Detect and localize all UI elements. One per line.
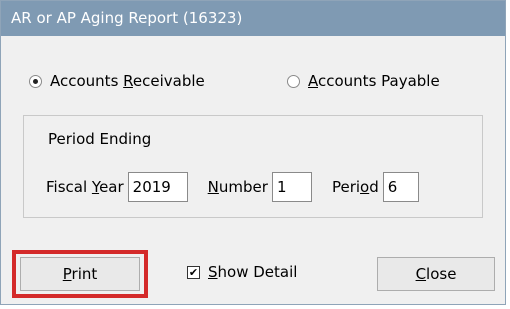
- fiscal-year-input[interactable]: 2019: [127, 172, 188, 202]
- show-detail-label: Show Detail: [208, 263, 298, 281]
- number-label: Number: [207, 178, 268, 196]
- period-ending-group: Period Ending Fiscal Year 2019 Number 1 …: [23, 115, 483, 218]
- period-input[interactable]: 6: [382, 172, 419, 202]
- period-ending-title: Period Ending: [48, 130, 152, 148]
- checkbox-checked-icon[interactable]: ✔: [187, 265, 200, 279]
- show-detail-checkbox[interactable]: ✔ Show Detail: [187, 261, 297, 283]
- window-title: AR or AP Aging Report (16323): [11, 9, 243, 27]
- accounts-receivable-radio[interactable]: Accounts Receivable: [29, 71, 205, 91]
- aging-report-dialog: AR or AP Aging Report (16323) Accounts R…: [0, 0, 506, 305]
- report-type-radio-group: Accounts Receivable Accounts Payable: [1, 49, 505, 113]
- number-input[interactable]: 1: [271, 172, 312, 202]
- radio-selected-icon[interactable]: [29, 74, 42, 88]
- accounts-payable-radio[interactable]: Accounts Payable: [287, 71, 440, 91]
- radio-unselected-icon[interactable]: [287, 74, 300, 88]
- fiscal-year-label: Fiscal Year: [46, 178, 124, 196]
- print-button[interactable]: Print: [20, 257, 140, 291]
- accounts-payable-label: Accounts Payable: [308, 72, 440, 90]
- period-fields-row: Fiscal Year 2019 Number 1 Period 6: [46, 170, 419, 204]
- accounts-receivable-label: Accounts Receivable: [50, 72, 205, 90]
- close-button[interactable]: Close: [377, 257, 495, 291]
- period-label: Period: [331, 178, 379, 196]
- title-bar: AR or AP Aging Report (16323): [1, 1, 505, 36]
